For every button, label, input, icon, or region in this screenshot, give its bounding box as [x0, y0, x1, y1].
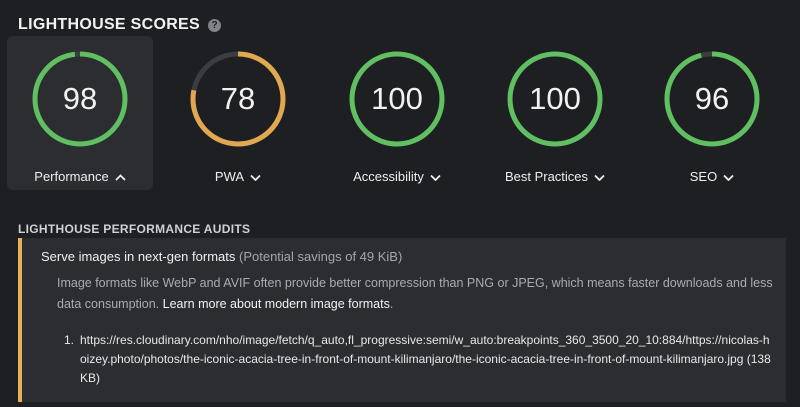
- pwa-toggle[interactable]: PWA: [215, 169, 261, 184]
- audit-card: Serve images in next-gen formats (Potent…: [18, 238, 786, 402]
- audits-heading: LIGHTHOUSE PERFORMANCE AUDITS: [18, 222, 251, 236]
- pwa-gauge: 78: [189, 50, 287, 148]
- item-number: 1.: [64, 333, 75, 347]
- best-practices-gauge: 100: [506, 50, 604, 148]
- score-card-pwa[interactable]: 78 PWA: [165, 36, 311, 190]
- performance-toggle[interactable]: Performance: [34, 169, 126, 184]
- page-title: LIGHTHOUSE SCORES: [18, 16, 201, 33]
- score-card-accessibility[interactable]: 100 Accessibility: [324, 36, 470, 190]
- accessibility-toggle[interactable]: Accessibility: [353, 169, 441, 184]
- pwa-label: PWA: [214, 169, 245, 184]
- accessibility-gauge: 100: [348, 50, 446, 148]
- audit-savings: (Potential savings of 49 KiB): [239, 249, 403, 264]
- seo-toggle[interactable]: SEO: [690, 169, 734, 184]
- best-practices-label: Best Practices: [504, 169, 589, 184]
- score-card-seo[interactable]: 96 SEO: [639, 36, 785, 190]
- audit-description-block: Image formats like WebP and AVIF often p…: [57, 273, 777, 315]
- learn-more-link[interactable]: Learn more about modern image formats: [163, 297, 390, 311]
- seo-gauge: 96: [663, 50, 761, 148]
- list-item: 1. https://res.cloudinary.com/nho/image/…: [64, 331, 776, 388]
- scores-header: LIGHTHOUSE SCORES ?: [18, 16, 222, 34]
- seo-label: SEO: [689, 169, 718, 184]
- performance-gauge: 98: [31, 50, 129, 148]
- pwa-score-value: 78: [220, 81, 256, 116]
- performance-label: Performance: [34, 169, 109, 184]
- score-card-performance[interactable]: 98 Performance: [7, 36, 153, 190]
- accessibility-score-value: 100: [371, 81, 423, 116]
- best-practices-score-value: 100: [529, 81, 581, 116]
- chevron-down-icon: [723, 169, 734, 184]
- chevron-down-icon: [594, 169, 605, 184]
- help-icon[interactable]: ?: [208, 18, 222, 32]
- performance-score-value: 98: [62, 81, 98, 116]
- chevron-down-icon: [430, 169, 441, 184]
- score-gauges: 98 Performance 78 PWA 100 Accessibility …: [0, 36, 800, 190]
- audit-title: Serve images in next-gen formats: [41, 249, 236, 264]
- accessibility-label: Accessibility: [353, 169, 424, 184]
- item-url[interactable]: https://res.cloudinary.com/nho/image/fet…: [80, 333, 770, 366]
- period: .: [389, 297, 394, 311]
- audit-title-row: Serve images in next-gen formats (Potent…: [41, 249, 402, 264]
- seo-score-value: 96: [694, 81, 730, 116]
- chevron-up-icon: [115, 169, 126, 184]
- score-card-best-practices[interactable]: 100 Best Practices: [482, 36, 628, 190]
- chevron-down-icon: [250, 169, 261, 184]
- item-url-block: https://res.cloudinary.com/nho/image/fet…: [80, 331, 776, 388]
- best-practices-toggle[interactable]: Best Practices: [505, 169, 605, 184]
